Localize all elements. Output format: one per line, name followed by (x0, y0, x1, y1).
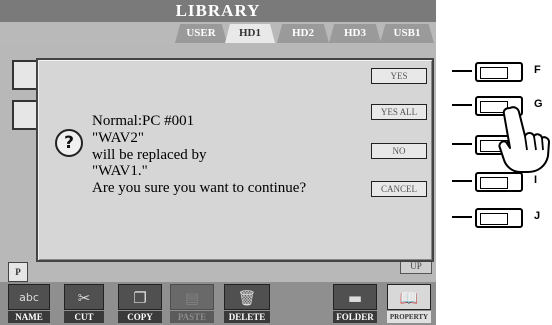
yes-button[interactable]: YES (371, 68, 427, 84)
name-abc-icon: abc (19, 291, 39, 304)
tab-user[interactable]: USER (175, 24, 227, 43)
dialog-message-line: will be replaced by (92, 147, 207, 163)
tab-bar: USER HD1 HD2 HD3 USB1 (0, 22, 436, 44)
cut-button-label: CUT (64, 311, 104, 323)
property-button-label: PROPERTY (387, 311, 431, 323)
paste-button[interactable]: ▤ PASTE (170, 284, 214, 323)
cut-button[interactable]: ✂ CUT (64, 284, 104, 323)
property-book-icon: 📖 (399, 289, 419, 307)
hardware-button-f[interactable]: F (452, 60, 541, 82)
tab-hd2[interactable]: HD2 (277, 24, 329, 43)
folder-button[interactable]: ▬ FOLDER (333, 284, 377, 323)
tab-hd1[interactable]: HD1 (225, 24, 275, 43)
name-button-label: NAME (8, 311, 50, 323)
lcd-screen: LIBRARY USER HD1 HD2 HD3 USB1 P UP ? Nor… (0, 0, 436, 325)
dialog-message-line: Are you sure you want to continue? (92, 180, 307, 196)
pointing-hand-icon (498, 106, 550, 173)
property-button[interactable]: 📖 PROPERTY (387, 284, 431, 323)
title-bar: LIBRARY (0, 0, 436, 22)
bottom-toolbar: abc NAME ✂ CUT ❐ COPY ▤ PASTE 🗑 DELETE ▬… (0, 282, 436, 325)
yes-all-button[interactable]: YES ALL (371, 104, 427, 120)
file-icon[interactable] (12, 60, 38, 90)
copy-button[interactable]: ❐ COPY (118, 284, 162, 323)
hardware-button-label: F (534, 64, 541, 76)
copy-icon: ❐ (133, 289, 147, 307)
tab-usb1[interactable]: USB1 (380, 24, 434, 43)
trash-icon: 🗑 (237, 289, 257, 307)
file-icon[interactable] (12, 100, 38, 130)
copy-button-label: COPY (118, 311, 162, 323)
tab-hd3[interactable]: HD3 (329, 24, 381, 43)
page-title: LIBRARY (175, 1, 261, 20)
no-button[interactable]: NO (371, 143, 427, 159)
dialog-message-line: Normal:PC #001 (92, 113, 195, 129)
dialog-message-line: "WAV1." (92, 163, 148, 179)
dialog-message-line: "WAV2" (92, 130, 144, 146)
cancel-button[interactable]: CANCEL (371, 181, 427, 197)
folder-icon: ▬ (347, 289, 363, 307)
side-tab-p[interactable]: P (8, 262, 28, 282)
name-button[interactable]: abc NAME (8, 284, 50, 323)
paste-icon: ▤ (184, 289, 200, 307)
question-icon: ? (55, 129, 83, 157)
folder-button-label: FOLDER (333, 311, 377, 323)
hardware-button-label: I (534, 174, 538, 186)
delete-button[interactable]: 🗑 DELETE (224, 284, 270, 323)
paste-button-label: PASTE (170, 311, 214, 323)
hardware-button-label: J (534, 210, 541, 222)
hardware-button-j[interactable]: J (452, 206, 540, 228)
scissors-icon: ✂ (77, 289, 91, 307)
delete-button-label: DELETE (224, 311, 270, 323)
